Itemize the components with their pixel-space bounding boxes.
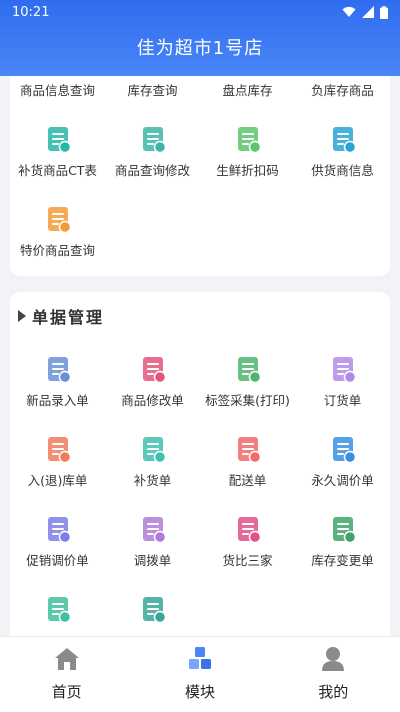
grid-item[interactable]: 负库存商品	[295, 76, 390, 99]
special-price-icon	[43, 204, 73, 234]
price-adjust-icon	[328, 434, 358, 464]
bottom-tab-bar: 首页 模块 我的	[0, 636, 400, 712]
stock-change-icon	[328, 514, 358, 544]
profile-icon	[322, 647, 345, 671]
item-13-icon	[43, 594, 73, 624]
stock-in-icon	[43, 434, 73, 464]
grid-item-label: 商品查询修改	[114, 163, 190, 178]
wifi-icon	[342, 6, 356, 17]
grid-item-label: 供货商信息	[311, 163, 374, 178]
section-title: 单据管理	[32, 308, 105, 327]
grid-item-label: 调拨单	[133, 553, 172, 568]
item-14-icon	[138, 594, 168, 624]
status-icons	[342, 5, 388, 19]
grid-item-label: 货比三家	[222, 553, 273, 568]
grid-item-label: 配送单	[228, 473, 267, 488]
product-edit-icon	[138, 124, 168, 154]
tab-modules-label: 模块	[184, 683, 215, 701]
battery-icon	[380, 5, 388, 19]
signal-icon	[362, 6, 374, 18]
grid-item[interactable]: 调拨单	[105, 514, 200, 569]
grid-item[interactable]: 盘点库存	[200, 76, 295, 99]
grid-item[interactable]: 标签采集(打印)	[200, 354, 295, 409]
content-scroll[interactable]: 商品信息查询 库存查询 盘点库存 负库存商品补货商品CT表 商品查询修改 生鲜折扣码 供货商…	[0, 76, 400, 636]
tab-modules[interactable]: 模块	[140, 637, 260, 712]
grid-item-label: 标签采集(打印)	[205, 393, 290, 408]
documents-card: 单据管理 新品录入单 商品修改单 标签采集(打印) 订货单入(退)库单 补货单 配送单 永久…	[10, 292, 390, 636]
supplier-icon	[328, 124, 358, 154]
tab-profile[interactable]: 我的	[273, 637, 393, 712]
fresh-discount-icon	[233, 124, 263, 154]
grid-item[interactable]: 库存查询	[105, 76, 200, 99]
order-icon	[328, 354, 358, 384]
grid-item[interactable]	[105, 594, 200, 630]
query-card: 商品信息查询 库存查询 盘点库存 负库存商品补货商品CT表 商品查询修改 生鲜折扣码 供货商…	[10, 76, 390, 276]
grid-item[interactable]: 特价商品查询	[10, 204, 105, 259]
grid-item-label: 库存变更单	[311, 553, 374, 568]
page-title: 佳为超市1号店	[136, 38, 264, 59]
grid-item-label: 订货单	[323, 393, 362, 408]
grid-item[interactable]: 货比三家	[200, 514, 295, 569]
tab-profile-label: 我的	[318, 683, 349, 701]
status-time: 10:21	[12, 4, 50, 20]
compare-icon	[233, 514, 263, 544]
modules-icon	[188, 647, 211, 669]
grid-item-label: 商品信息查询	[19, 83, 95, 98]
grid-item[interactable]: 供货商信息	[295, 124, 390, 179]
grid-item[interactable]: 补货单	[105, 434, 200, 489]
grid-item[interactable]: 生鲜折扣码	[200, 124, 295, 179]
promo-price-icon	[43, 514, 73, 544]
grid-item[interactable]: 补货商品CT表	[10, 124, 105, 179]
grid-item-label: 补货商品CT表	[18, 163, 97, 178]
grid-item[interactable]: 库存变更单	[295, 514, 390, 569]
replenish-icon	[138, 434, 168, 464]
grid-item-label: 库存查询	[127, 83, 178, 98]
tab-home[interactable]: 首页	[7, 637, 127, 712]
grid-item-label: 永久调价单	[311, 473, 374, 488]
label-print-icon	[233, 354, 263, 384]
tab-home-label: 首页	[51, 683, 82, 701]
app-header: 10:21 佳为超市1号店	[0, 0, 400, 76]
replenish-ct-icon	[43, 124, 73, 154]
new-product-icon	[43, 354, 73, 384]
transfer-icon	[138, 514, 168, 544]
grid-item[interactable]: 配送单	[200, 434, 295, 489]
grid-item[interactable]: 入(退)库单	[10, 434, 105, 489]
grid-item-label: 补货单	[133, 473, 172, 488]
section-arrow-icon	[18, 310, 26, 322]
grid-item-label: 新品录入单	[26, 393, 89, 408]
grid-item-label: 盘点库存	[222, 83, 273, 98]
grid-item-label: 生鲜折扣码	[216, 163, 279, 178]
grid-item[interactable]: 促销调价单	[10, 514, 105, 569]
home-icon	[54, 648, 79, 670]
grid-item[interactable]: 商品查询修改	[105, 124, 200, 179]
grid-item[interactable]: 商品修改单	[105, 354, 200, 409]
grid-item-label: 商品修改单	[121, 393, 184, 408]
product-modify-icon	[138, 354, 168, 384]
status-bar: 10:21	[0, 0, 400, 24]
grid-item-label: 特价商品查询	[19, 243, 95, 258]
grid-item[interactable]: 新品录入单	[10, 354, 105, 409]
delivery-icon	[233, 434, 263, 464]
grid-item-label: 负库存商品	[311, 83, 374, 98]
grid-item[interactable]: 永久调价单	[295, 434, 390, 489]
grid-item[interactable]: 订货单	[295, 354, 390, 409]
grid-item-label: 入(退)库单	[27, 473, 88, 488]
grid-item[interactable]: 商品信息查询	[10, 76, 105, 99]
section-header: 单据管理	[18, 304, 104, 328]
grid-item[interactable]	[10, 594, 105, 630]
grid-item-label: 促销调价单	[26, 553, 89, 568]
